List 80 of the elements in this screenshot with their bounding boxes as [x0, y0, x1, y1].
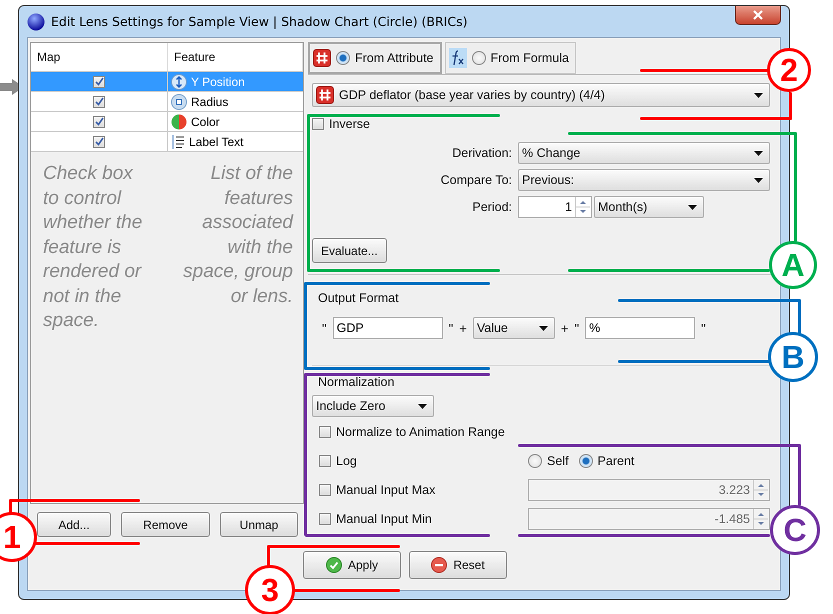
- column-header[interactable]: Map: [31, 43, 168, 71]
- checkbox[interactable]: [93, 116, 105, 128]
- checkbox-label: Normalize to Animation Range: [336, 424, 505, 438]
- caret-icon: [538, 326, 548, 330]
- attribute-dropdown[interactable]: GDP deflator (base year varies by country) (4/4): [312, 83, 770, 107]
- column-header[interactable]: Feature: [168, 43, 303, 71]
- checkbox[interactable]: [319, 426, 331, 438]
- vertical-arrows-icon: [171, 74, 187, 90]
- caret-icon: [754, 150, 763, 156]
- feature-name: Y Position: [191, 74, 245, 88]
- derivation-dropdown[interactable]: % Change: [518, 142, 770, 164]
- text-field[interactable]: GDP: [332, 317, 443, 339]
- table-action-button[interactable]: Remove: [121, 512, 210, 537]
- checkbox[interactable]: [319, 454, 331, 466]
- source-tab[interactable]: From Formula: [444, 42, 576, 74]
- hash-icon: [316, 86, 334, 104]
- callout-marker: B: [768, 332, 818, 382]
- caret-icon: [688, 204, 697, 210]
- table-action-button[interactable]: Add...: [37, 512, 111, 537]
- field-label: Derivation:: [451, 146, 512, 160]
- plus-sign: +: [560, 320, 568, 336]
- help-note: List of the features associated with the space, group or lens.: [182, 162, 293, 308]
- evaluate-button[interactable]: Evaluate...: [312, 238, 387, 263]
- window-title: Edit Lens Settings for Sample View | Shadow Chart (Circle) (BRICs): [51, 14, 468, 29]
- table-row[interactable]: Radius: [31, 92, 303, 112]
- checkbox-label: Log: [336, 454, 357, 468]
- checkbox[interactable]: [93, 76, 105, 88]
- caret-icon: [754, 178, 763, 182]
- callout-marker: A: [769, 241, 817, 289]
- plus-sign: +: [459, 320, 467, 336]
- group-title: Normalization: [317, 375, 394, 389]
- callout-marker: 2: [767, 48, 811, 92]
- normalization-dropdown[interactable]: Include Zero: [312, 395, 434, 417]
- source-tab[interactable]: From Attribute: [308, 42, 442, 74]
- quote-mark: ": [322, 320, 327, 336]
- minus-circle-icon: [431, 557, 448, 573]
- radio-label: Parent: [598, 454, 634, 468]
- color-ball-icon: [171, 114, 187, 130]
- quote-mark: ": [448, 320, 454, 336]
- checkbox[interactable]: [93, 96, 105, 108]
- close-icon: [753, 10, 763, 20]
- help-note: Check box to control whether the feature is rendered or not in the space.: [43, 162, 144, 333]
- table-row[interactable]: Color: [31, 112, 303, 132]
- feature-name: Radius: [191, 94, 228, 108]
- checkbox[interactable]: [312, 118, 324, 130]
- feature-name: Label Text: [189, 134, 244, 148]
- checkbox-label: Manual Input Max: [336, 482, 436, 496]
- table-row[interactable]: Label Text: [31, 132, 303, 152]
- dialog-button[interactable]: Apply: [303, 551, 401, 579]
- radio-button[interactable]: [578, 454, 593, 468]
- close-button[interactable]: [735, 6, 781, 25]
- radio-label: Self: [547, 454, 569, 468]
- radio-button[interactable]: [528, 454, 542, 468]
- check-icon: [326, 557, 342, 573]
- quote-mark: ": [574, 320, 580, 336]
- text-field[interactable]: %: [585, 317, 696, 339]
- value-dropdown[interactable]: Value: [472, 317, 555, 339]
- checkbox[interactable]: [93, 136, 105, 148]
- compare-dropdown[interactable]: Previous:: [518, 169, 770, 191]
- radio-button[interactable]: [336, 51, 350, 65]
- hash-icon: [313, 49, 331, 67]
- caret-icon: [418, 404, 427, 408]
- fx-icon: [448, 48, 466, 68]
- unit-dropdown[interactable]: Month(s): [594, 196, 704, 218]
- sphere-icon: [27, 12, 45, 30]
- callout-marker: C: [770, 505, 820, 555]
- dialog-button[interactable]: Reset: [409, 551, 507, 579]
- text-lines-icon: [171, 134, 185, 150]
- checkbox-label: Inverse: [329, 117, 370, 131]
- number-field[interactable]: 1: [518, 196, 592, 218]
- field-label: Period:: [471, 200, 512, 214]
- feature-name: Color: [191, 114, 220, 128]
- checkbox-label: Manual Input Min: [336, 512, 432, 526]
- table-action-button[interactable]: Unmap: [220, 512, 298, 537]
- caret-icon: [754, 92, 763, 98]
- quote-mark: ": [701, 320, 706, 336]
- radio-button[interactable]: [472, 51, 486, 65]
- field-label: Compare To:: [440, 173, 512, 187]
- spinner-arrows-icon[interactable]: [575, 197, 591, 217]
- group-title: Output Format: [317, 291, 399, 305]
